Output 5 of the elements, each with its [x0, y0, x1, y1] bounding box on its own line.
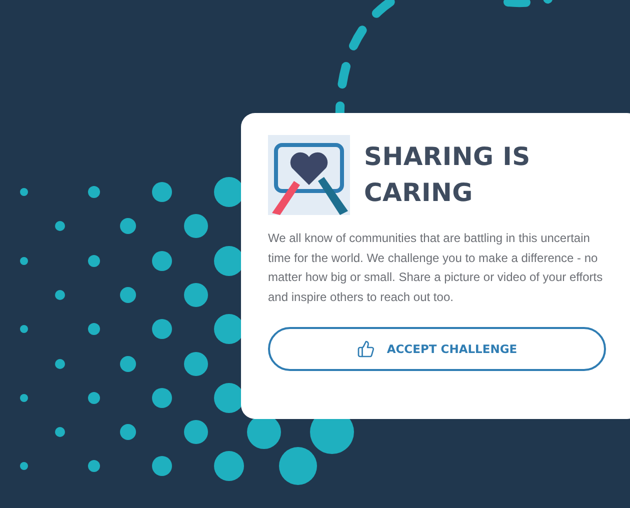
thumbs-up-icon: [356, 340, 375, 358]
accept-challenge-button[interactable]: ACCEPT CHALLENGE: [268, 327, 606, 371]
card-description: We all know of communities that are battling in this uncertain time for the world. We challenge you to make a difference - no matter how big or small. Share a picture or video of your efforts and inspire others to reach out too.: [268, 230, 604, 306]
heart-screen-icon: [268, 135, 350, 215]
card-title: SHARING IS CARING: [364, 141, 532, 209]
